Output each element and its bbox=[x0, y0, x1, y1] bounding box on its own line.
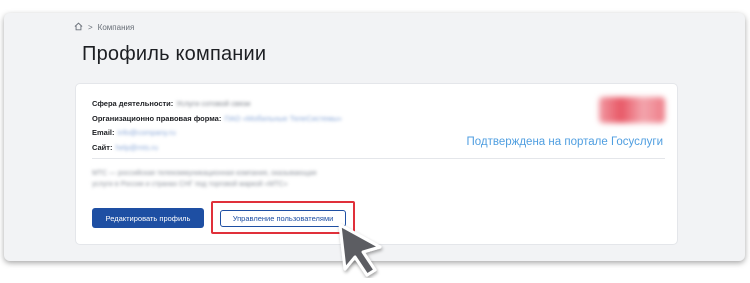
cursor-arrow-icon bbox=[338, 223, 382, 277]
site-link[interactable]: help@mts.ru bbox=[115, 141, 158, 156]
verified-status: Подтверждена на портале Госуслуги bbox=[466, 136, 664, 148]
legal-form-label: Организационно правовая форма: bbox=[92, 113, 222, 123]
divider bbox=[92, 158, 665, 159]
activity-value: Услуги сотовой связи bbox=[176, 99, 251, 108]
legal-form-row: Организационно правовая форма: ПАО «Мобил… bbox=[92, 112, 342, 127]
description-line-2: услуги в России и странах СНГ под торгов… bbox=[92, 181, 288, 188]
email-link[interactable]: info@company.ru bbox=[118, 126, 176, 141]
site-label: Сайт: bbox=[92, 142, 113, 152]
company-card: Сфера деятельности: Услуги сотовой связи … bbox=[75, 83, 678, 245]
site-row: Сайт: help@mts.ru bbox=[92, 141, 342, 156]
page-title: Профиль компании bbox=[82, 43, 267, 65]
company-logo bbox=[599, 97, 665, 123]
company-description: МТС — российская телекоммуникационная ко… bbox=[92, 168, 392, 190]
activity-label: Сфера деятельности: bbox=[92, 99, 174, 108]
company-info: Сфера деятельности: Услуги сотовой связи … bbox=[92, 97, 342, 155]
home-icon[interactable] bbox=[74, 22, 83, 33]
description-line-1: МТС — российская телекоммуникационная ко… bbox=[92, 170, 317, 177]
breadcrumb-current[interactable]: Компания bbox=[98, 23, 135, 32]
highlight-frame: Управление пользователями bbox=[211, 201, 355, 234]
email-row: Email: info@company.ru bbox=[92, 126, 342, 141]
manage-users-button[interactable]: Управление пользователями bbox=[220, 210, 346, 227]
activity-row: Сфера деятельности: Услуги сотовой связи bbox=[92, 97, 342, 112]
breadcrumb: > Компания bbox=[74, 22, 134, 33]
legal-form-value: ПАО «Мобильные ТелеСистемы» bbox=[224, 113, 342, 123]
email-label: Email: bbox=[92, 128, 115, 137]
edit-profile-button[interactable]: Редактировать профиль bbox=[92, 208, 204, 228]
breadcrumb-separator: > bbox=[88, 23, 93, 32]
